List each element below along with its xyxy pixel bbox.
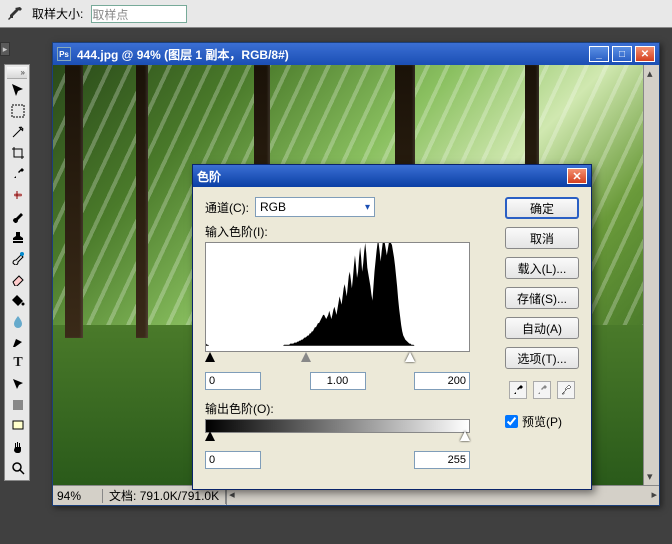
eyedropper-group — [505, 381, 579, 399]
sample-size-select[interactable]: 取样点 — [91, 5, 187, 23]
ok-button[interactable]: 确定 — [505, 197, 579, 219]
type-tool-icon[interactable]: T — [7, 353, 29, 373]
chevron-down-icon: ▾ — [365, 202, 370, 213]
white-point-eyedropper-icon[interactable] — [557, 381, 575, 399]
maximize-button[interactable]: □ — [612, 46, 632, 62]
palette-toggle[interactable]: ▸ — [0, 42, 10, 56]
eyedropper-icon[interactable] — [7, 164, 29, 184]
shape-tool-icon[interactable] — [7, 395, 29, 415]
sample-size-label: 取样大小: — [32, 5, 83, 22]
input-shadow-slider[interactable] — [205, 352, 215, 362]
doc-info-label: 文档: — [109, 489, 136, 503]
close-button[interactable]: ✕ — [635, 46, 655, 62]
options-bar: 取样大小: 取样点 — [0, 0, 672, 28]
levels-dialog: 色阶 ✕ 通道(C): RGB ▾ 输入色阶(I): — [192, 164, 592, 490]
vertical-scrollbar[interactable] — [643, 65, 659, 485]
channel-value: RGB — [260, 200, 286, 214]
preview-checkbox[interactable] — [505, 415, 518, 428]
black-point-eyedropper-icon[interactable] — [509, 381, 527, 399]
hand-tool-icon[interactable] — [7, 437, 29, 457]
wand-tool-icon[interactable] — [7, 122, 29, 142]
toolbox: » T — [4, 64, 30, 481]
gray-point-eyedropper-icon[interactable] — [533, 381, 551, 399]
brush-tool-icon[interactable] — [7, 206, 29, 226]
preview-checkbox-row[interactable]: 预览(P) — [505, 413, 579, 430]
eraser-tool-icon[interactable] — [7, 269, 29, 289]
move-tool-icon[interactable] — [7, 80, 29, 100]
pen-tool-icon[interactable] — [7, 332, 29, 352]
input-midtone-field[interactable] — [310, 372, 366, 390]
input-highlight-field[interactable] — [414, 372, 470, 390]
notes-tool-icon[interactable] — [7, 416, 29, 436]
document-icon: Ps — [57, 47, 71, 61]
channel-label: 通道(C): — [205, 199, 249, 216]
marquee-tool-icon[interactable] — [7, 101, 29, 121]
output-highlight-field[interactable] — [414, 451, 470, 469]
path-select-icon[interactable] — [7, 374, 29, 394]
stamp-tool-icon[interactable] — [7, 227, 29, 247]
minimize-button[interactable]: _ — [589, 46, 609, 62]
input-highlight-slider[interactable] — [405, 352, 415, 362]
input-levels-label: 输入色阶(I): — [205, 223, 493, 240]
auto-button[interactable]: 自动(A) — [505, 317, 579, 339]
preview-label: 预览(P) — [522, 413, 562, 430]
input-sliders[interactable] — [205, 354, 470, 366]
channel-select[interactable]: RGB ▾ — [255, 197, 375, 217]
output-levels-label: 输出色阶(O): — [205, 400, 493, 417]
toolbox-header[interactable]: » — [7, 67, 27, 79]
output-shadow-field[interactable] — [205, 451, 261, 469]
zoom-tool-icon[interactable] — [7, 458, 29, 478]
dialog-close-button[interactable]: ✕ — [567, 168, 587, 184]
document-titlebar[interactable]: Ps 444.jpg @ 94% (图层 1 副本，RGB/8#) _ □ ✕ — [53, 43, 659, 65]
history-brush-icon[interactable] — [7, 248, 29, 268]
dialog-title: 色阶 — [197, 168, 221, 185]
input-shadow-field[interactable] — [205, 372, 261, 390]
output-highlight-slider[interactable] — [460, 431, 470, 441]
bucket-tool-icon[interactable] — [7, 290, 29, 310]
save-button[interactable]: 存储(S)... — [505, 287, 579, 309]
blur-tool-icon[interactable] — [7, 311, 29, 331]
options-button[interactable]: 选项(T)... — [505, 347, 579, 369]
cancel-button[interactable]: 取消 — [505, 227, 579, 249]
histogram — [205, 242, 470, 352]
output-shadow-slider[interactable] — [205, 431, 215, 441]
output-sliders[interactable] — [205, 433, 470, 445]
load-button[interactable]: 载入(L)... — [505, 257, 579, 279]
document-title: 444.jpg @ 94% (图层 1 副本，RGB/8#) — [77, 46, 289, 63]
sample-size-value: 取样点 — [92, 8, 128, 22]
input-midtone-slider[interactable] — [301, 352, 311, 362]
doc-info-size: 791.0K/791.0K — [140, 489, 219, 503]
crop-tool-icon[interactable] — [7, 143, 29, 163]
dialog-titlebar[interactable]: 色阶 ✕ — [193, 165, 591, 187]
zoom-field[interactable]: 94% — [53, 489, 103, 503]
eyedropper-tool-icon[interactable] — [6, 5, 24, 23]
healing-brush-icon[interactable] — [7, 185, 29, 205]
output-gradient — [205, 419, 470, 433]
